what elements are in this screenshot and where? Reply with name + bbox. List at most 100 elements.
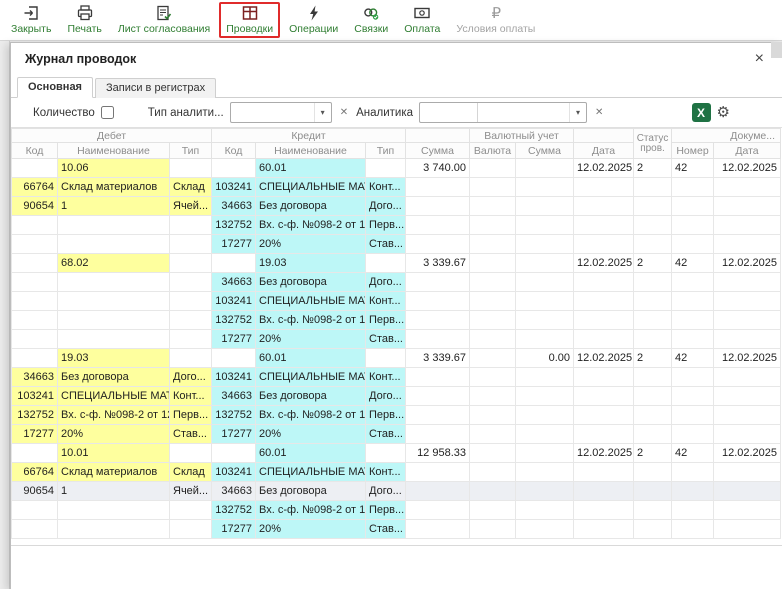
clear-filter-icon[interactable]: ✕ (593, 107, 605, 118)
number-cell[interactable]: 42 (672, 159, 714, 178)
sum-cell[interactable] (406, 178, 470, 197)
number-cell[interactable] (672, 387, 714, 406)
doc-date-cell[interactable]: 12.02.2025 (714, 349, 781, 368)
status-cell[interactable] (634, 501, 672, 520)
subconto-row[interactable]: 906541Ячей...34663Без договораДого... (12, 197, 781, 216)
excel-export-button[interactable]: X (692, 103, 711, 122)
credit-name-cell[interactable]: СПЕЦИАЛЬНЫЕ МАТ... (256, 292, 366, 311)
status-cell[interactable] (634, 425, 672, 444)
credit-code-cell[interactable]: 17277 (212, 235, 256, 254)
credit-name-cell[interactable]: 60.01 (256, 349, 366, 368)
status-cell[interactable] (634, 273, 672, 292)
credit-type-cell[interactable]: Дого... (366, 482, 406, 501)
credit-name-cell[interactable]: 60.01 (256, 159, 366, 178)
sum-cell[interactable] (406, 235, 470, 254)
credit-type-cell[interactable]: Став... (366, 330, 406, 349)
debit-type-cell[interactable] (170, 501, 212, 520)
doc-date-cell[interactable] (714, 273, 781, 292)
sum-cell[interactable]: 3 339.67 (406, 254, 470, 273)
debit-code-cell[interactable]: 17277 (12, 425, 58, 444)
status-cell[interactable] (634, 387, 672, 406)
debit-code-cell[interactable] (12, 292, 58, 311)
credit-code-cell[interactable]: 132752 (212, 406, 256, 425)
credit-type-cell[interactable]: Перв... (366, 406, 406, 425)
number-cell[interactable] (672, 235, 714, 254)
debit-name-cell[interactable]: 10.06 (58, 159, 170, 178)
status-cell[interactable] (634, 368, 672, 387)
debit-code-cell[interactable]: 34663 (12, 368, 58, 387)
doc-date-cell[interactable] (714, 501, 781, 520)
debit-code-cell[interactable]: 66764 (12, 463, 58, 482)
currency-cell[interactable] (470, 349, 516, 368)
sum-cell[interactable] (406, 368, 470, 387)
currency-sum-cell[interactable] (516, 254, 574, 273)
status-cell[interactable] (634, 235, 672, 254)
tab-main[interactable]: Основная (17, 77, 93, 98)
currency-cell[interactable] (470, 292, 516, 311)
debit-type-cell[interactable] (170, 349, 212, 368)
currency-cell[interactable] (470, 159, 516, 178)
debit-code-cell[interactable] (12, 330, 58, 349)
analytics-select[interactable]: ▾ (419, 102, 587, 123)
number-cell[interactable] (672, 273, 714, 292)
date-cell[interactable] (574, 178, 634, 197)
subconto-row[interactable]: 1727720%Став... (12, 330, 781, 349)
currency-cell[interactable] (470, 330, 516, 349)
currency-cell[interactable] (470, 311, 516, 330)
currency-sum-cell[interactable] (516, 387, 574, 406)
sum-cell[interactable] (406, 387, 470, 406)
currency-sum-cell[interactable] (516, 406, 574, 425)
debit-code-cell[interactable] (12, 159, 58, 178)
credit-code-cell[interactable]: 103241 (212, 463, 256, 482)
credit-name-cell[interactable]: 19.03 (256, 254, 366, 273)
debit-code-cell[interactable]: 103241 (12, 387, 58, 406)
debit-type-cell[interactable] (170, 292, 212, 311)
credit-code-cell[interactable]: 103241 (212, 292, 256, 311)
account-row[interactable]: 19.0360.013 339.670.0012.02.202524212.02… (12, 349, 781, 368)
debit-name-cell[interactable]: 19.03 (58, 349, 170, 368)
debit-type-cell[interactable]: Склад (170, 463, 212, 482)
debit-code-cell[interactable] (12, 254, 58, 273)
debit-name-cell[interactable]: СПЕЦИАЛЬНЫЕ МАТ... (58, 387, 170, 406)
credit-code-cell[interactable]: 17277 (212, 330, 256, 349)
credit-code-cell[interactable]: 34663 (212, 197, 256, 216)
number-cell[interactable] (672, 406, 714, 425)
sum-cell[interactable] (406, 273, 470, 292)
currency-sum-cell[interactable] (516, 235, 574, 254)
status-cell[interactable] (634, 216, 672, 235)
debit-name-cell[interactable] (58, 235, 170, 254)
toolbar-button-links[interactable]: Связки (347, 2, 395, 38)
subconto-row[interactable]: 132752Вх. с-ф. №098-2 от 12...Перв... (12, 216, 781, 235)
status-cell[interactable]: 2 (634, 349, 672, 368)
currency-cell[interactable] (470, 520, 516, 539)
currency-sum-cell[interactable]: 0.00 (516, 349, 574, 368)
subconto-row[interactable]: 1727720%Став...1727720%Став... (12, 425, 781, 444)
doc-date-cell[interactable] (714, 292, 781, 311)
subconto-row[interactable]: 132752Вх. с-ф. №098-2 от 12...Перв... (12, 311, 781, 330)
credit-type-cell[interactable]: Став... (366, 520, 406, 539)
number-cell[interactable] (672, 368, 714, 387)
number-cell[interactable] (672, 178, 714, 197)
sum-cell[interactable]: 12 958.33 (406, 444, 470, 463)
currency-cell[interactable] (470, 254, 516, 273)
sum-cell[interactable] (406, 330, 470, 349)
credit-name-cell[interactable]: Без договора (256, 197, 366, 216)
doc-date-cell[interactable] (714, 216, 781, 235)
credit-type-cell[interactable] (366, 159, 406, 178)
currency-cell[interactable] (470, 463, 516, 482)
toolbar-button-postings[interactable]: Проводки (219, 2, 280, 38)
doc-date-cell[interactable] (714, 197, 781, 216)
quantity-checkbox[interactable] (101, 106, 114, 119)
credit-name-cell[interactable]: 20% (256, 425, 366, 444)
currency-cell[interactable] (470, 197, 516, 216)
date-cell[interactable] (574, 501, 634, 520)
debit-code-cell[interactable]: 90654 (12, 482, 58, 501)
debit-code-cell[interactable] (12, 444, 58, 463)
date-cell[interactable] (574, 197, 634, 216)
currency-sum-cell[interactable] (516, 330, 574, 349)
credit-name-cell[interactable]: Без договора (256, 482, 366, 501)
sum-cell[interactable] (406, 501, 470, 520)
status-cell[interactable]: 2 (634, 444, 672, 463)
subconto-row[interactable]: 66764Склад материаловСклад103241СПЕЦИАЛЬ… (12, 178, 781, 197)
debit-type-cell[interactable] (170, 330, 212, 349)
